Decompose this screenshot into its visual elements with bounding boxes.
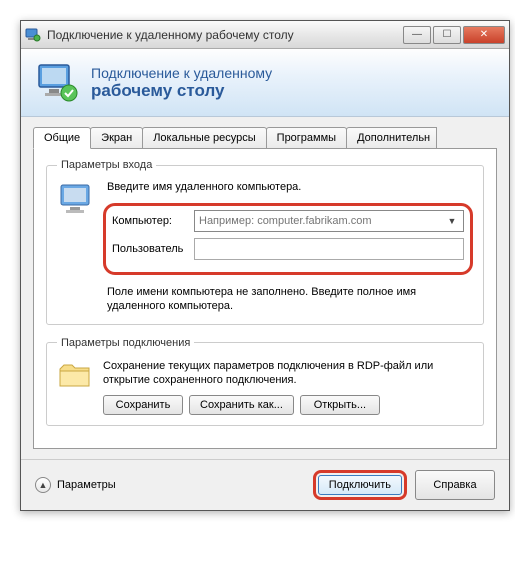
connection-settings-legend: Параметры подключения <box>57 337 194 349</box>
save-button[interactable]: Сохранить <box>103 395 183 415</box>
app-icon <box>25 27 41 43</box>
login-group: Параметры входа Введите имя удаленного к… <box>46 159 484 325</box>
window-title: Подключение к удаленному рабочему столу <box>47 28 403 42</box>
banner: Подключение к удаленному рабочему столу <box>21 49 509 117</box>
computer-icon <box>57 181 97 221</box>
tab-display[interactable]: Экран <box>90 127 143 148</box>
connection-settings-group: Параметры подключения Сохранение текущих… <box>46 337 484 427</box>
connection-description: Сохранение текущих параметров подключени… <box>103 359 473 388</box>
login-instruction: Введите имя удаленного компьютера. <box>107 181 473 193</box>
user-label: Пользователь <box>112 243 194 255</box>
username-input[interactable] <box>194 238 464 260</box>
highlight-fields: Компьютер: ▼ Пользователь <box>103 203 473 275</box>
tab-advanced[interactable]: Дополнительн <box>346 127 437 148</box>
titlebar: Подключение к удаленному рабочему столу … <box>21 21 509 49</box>
login-legend: Параметры входа <box>57 159 156 171</box>
chevron-down-icon[interactable]: ▼ <box>445 216 459 226</box>
options-toggle[interactable]: ▲ Параметры <box>35 477 313 493</box>
close-button[interactable]: ✕ <box>463 26 505 44</box>
tab-local-resources[interactable]: Локальные ресурсы <box>142 127 266 148</box>
tab-programs[interactable]: Программы <box>266 127 347 148</box>
tab-panel-general: Параметры входа Введите имя удаленного к… <box>33 148 497 449</box>
rdp-icon <box>35 61 79 105</box>
computer-combobox[interactable]: ▼ <box>194 210 464 232</box>
rdp-window: Подключение к удаленному рабочему столу … <box>20 20 510 511</box>
window-controls: — ☐ ✕ <box>403 26 505 44</box>
tabstrip: Общие Экран Локальные ресурсы Программы … <box>21 117 509 148</box>
banner-line1: Подключение к удаленному <box>91 65 272 81</box>
options-label: Параметры <box>57 479 116 491</box>
help-button[interactable]: Справка <box>415 470 495 500</box>
footer: ▲ Параметры Подключить Справка <box>21 459 509 510</box>
computer-input[interactable] <box>199 215 445 227</box>
minimize-button[interactable]: — <box>403 26 431 44</box>
folder-icon <box>57 359 93 395</box>
computer-label: Компьютер: <box>112 215 194 227</box>
warning-text: Поле имени компьютера не заполнено. Введ… <box>107 285 473 314</box>
save-as-button[interactable]: Сохранить как... <box>189 395 294 415</box>
banner-line2: рабочему столу <box>91 81 272 101</box>
open-button[interactable]: Открыть... <box>300 395 380 415</box>
highlight-connect: Подключить <box>313 470 407 500</box>
maximize-button[interactable]: ☐ <box>433 26 461 44</box>
connect-button[interactable]: Подключить <box>318 475 402 495</box>
banner-text: Подключение к удаленному рабочему столу <box>91 65 272 101</box>
tab-general[interactable]: Общие <box>33 127 91 149</box>
chevron-up-icon: ▲ <box>35 477 51 493</box>
